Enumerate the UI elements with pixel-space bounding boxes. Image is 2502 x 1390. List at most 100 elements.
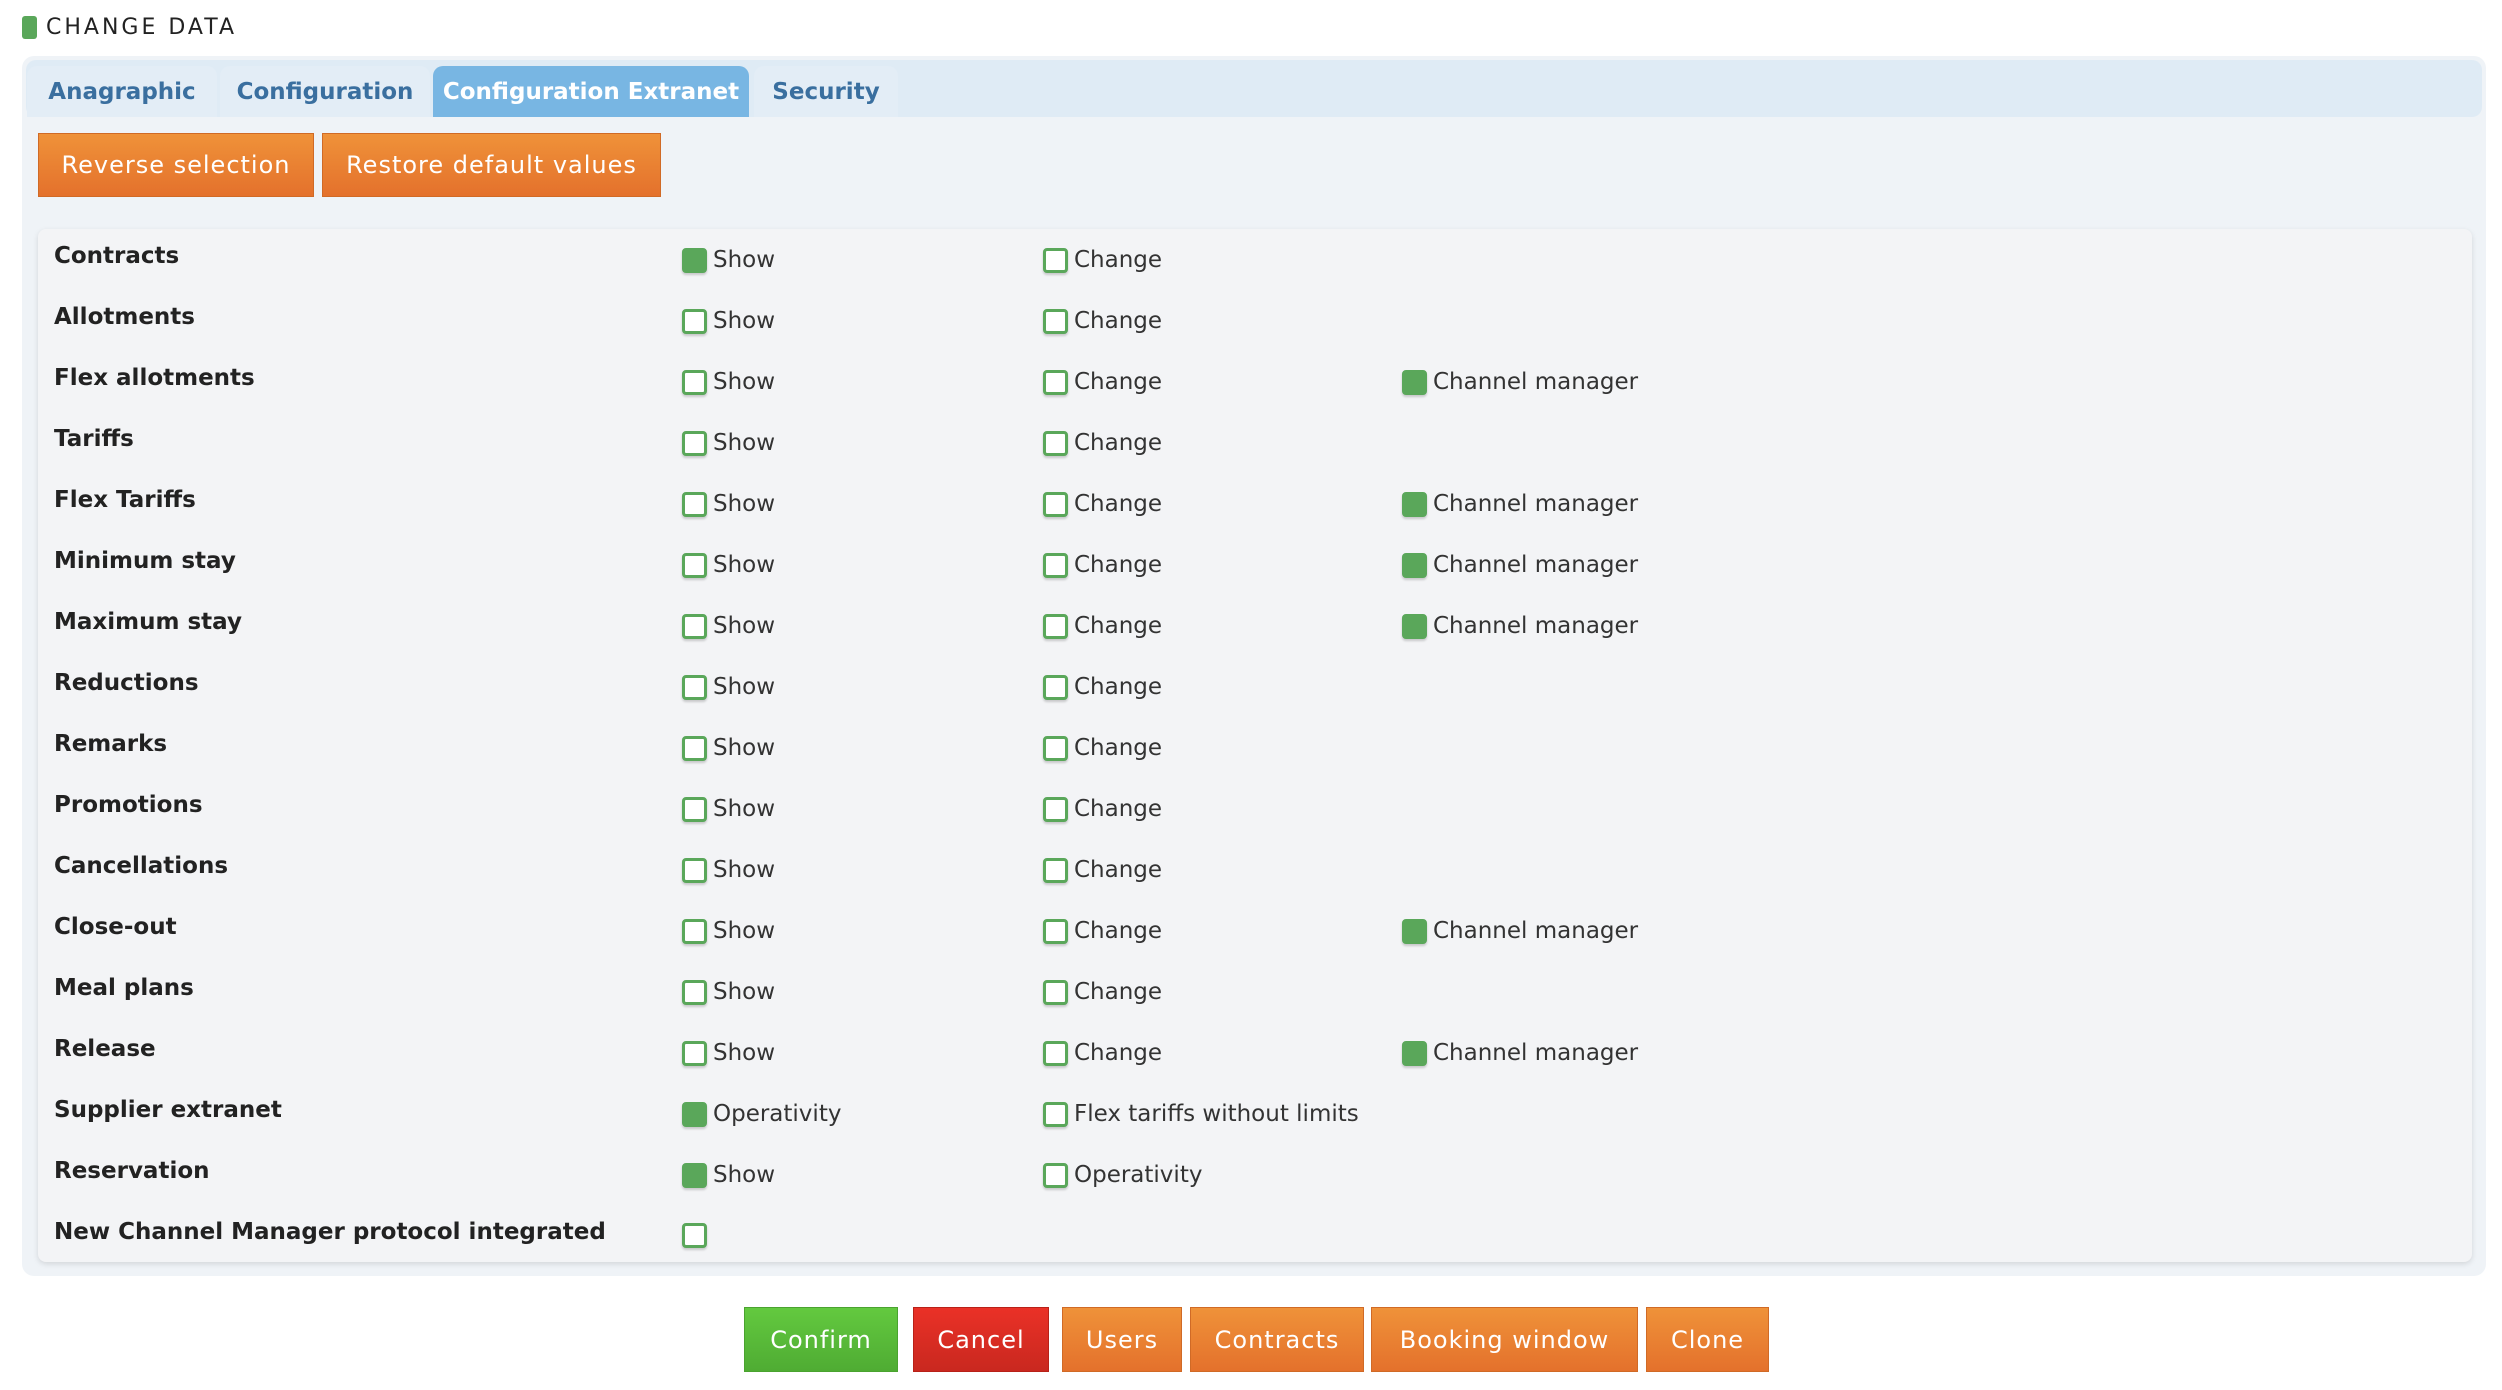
option-show[interactable]: Show — [682, 674, 775, 700]
checkbox-unchecked[interactable] — [682, 430, 707, 456]
tab-security[interactable]: Security — [754, 66, 898, 117]
option-show[interactable]: Show — [682, 369, 775, 395]
row-label: Close-out — [54, 914, 177, 940]
checkbox-unchecked[interactable] — [682, 918, 707, 944]
option-change[interactable]: Change — [1043, 1040, 1162, 1066]
option-show[interactable]: Show — [682, 1162, 775, 1188]
option-operativity[interactable]: Operativity — [1043, 1162, 1202, 1188]
checkbox-unchecked[interactable] — [1043, 1101, 1068, 1127]
option-operativity[interactable]: Operativity — [682, 1101, 841, 1127]
option-show[interactable]: Show — [682, 552, 775, 578]
checkbox-unchecked[interactable] — [682, 369, 707, 395]
option-show[interactable]: Show — [682, 308, 775, 334]
option-change[interactable]: Change — [1043, 613, 1162, 639]
checkbox-unchecked[interactable] — [1043, 674, 1068, 700]
checkbox-unchecked[interactable] — [1043, 491, 1068, 517]
checkbox-unchecked[interactable] — [1043, 1162, 1068, 1188]
checkbox-checked[interactable] — [1402, 369, 1427, 395]
checkbox-unchecked[interactable] — [1043, 430, 1068, 456]
restore-defaults-button[interactable]: Restore default values — [322, 133, 661, 197]
checkbox-unchecked[interactable] — [682, 1223, 707, 1248]
option-label: Show — [713, 857, 776, 883]
option-label: Show — [713, 918, 776, 944]
checkbox-unchecked[interactable] — [682, 552, 707, 578]
checkbox-unchecked[interactable] — [682, 796, 707, 822]
checkbox-unchecked[interactable] — [1043, 308, 1068, 334]
option-change[interactable]: Change — [1043, 491, 1162, 517]
checkbox-checked[interactable] — [1402, 918, 1427, 944]
checkbox-checked[interactable] — [682, 247, 707, 273]
tab-anagraphic[interactable]: Anagraphic — [27, 66, 217, 117]
option-label: Change — [1074, 552, 1163, 578]
checkbox-unchecked[interactable] — [1043, 247, 1068, 273]
checkbox-unchecked[interactable] — [682, 613, 707, 639]
option-channel-manager[interactable]: Channel manager — [1402, 369, 1638, 395]
table-row: Promotions Show Change — [38, 792, 2472, 853]
option-show[interactable]: Show — [682, 1040, 775, 1066]
option-show[interactable]: Show — [682, 857, 775, 883]
users-button[interactable]: Users — [1062, 1307, 1182, 1372]
page-title: CHANGE DATA — [46, 14, 238, 40]
option-flex-tariffs-without-limits[interactable]: Flex tariffs without limits — [1043, 1101, 1359, 1127]
option-show[interactable]: Show — [682, 918, 775, 944]
option-label: Change — [1074, 857, 1163, 883]
option-change[interactable]: Change — [1043, 796, 1162, 822]
checkbox-unchecked[interactable] — [682, 491, 707, 517]
checkbox-unchecked[interactable] — [682, 674, 707, 700]
option-show[interactable]: Show — [682, 735, 775, 761]
option-show[interactable]: Show — [682, 796, 775, 822]
option-change[interactable]: Change — [1043, 369, 1162, 395]
option-show[interactable]: Show — [682, 979, 775, 1005]
option-channel-manager[interactable]: Channel manager — [1402, 613, 1638, 639]
option-show[interactable]: Show — [682, 491, 775, 517]
checkbox-unchecked[interactable] — [1043, 979, 1068, 1005]
checkbox-unchecked[interactable] — [682, 735, 707, 761]
cancel-button[interactable]: Cancel — [913, 1307, 1049, 1372]
option-label: Change — [1074, 491, 1163, 517]
checkbox-checked[interactable] — [1402, 1040, 1427, 1066]
checkbox-unchecked[interactable] — [1043, 857, 1068, 883]
option-channel-manager[interactable]: Channel manager — [1402, 918, 1638, 944]
checkbox-unchecked[interactable] — [1043, 796, 1068, 822]
checkbox-unchecked[interactable] — [1043, 369, 1068, 395]
option-change[interactable]: Change — [1043, 552, 1162, 578]
checkbox-checked[interactable] — [1402, 552, 1427, 578]
checkbox-checked[interactable] — [682, 1101, 707, 1127]
option-change[interactable]: Change — [1043, 857, 1162, 883]
option-change[interactable]: Change — [1043, 247, 1162, 273]
checkbox-unchecked[interactable] — [1043, 613, 1068, 639]
confirm-button[interactable]: Confirm — [744, 1307, 898, 1372]
option-channel-manager[interactable]: Channel manager — [1402, 1040, 1638, 1066]
checkbox-unchecked[interactable] — [1043, 552, 1068, 578]
option-label: Change — [1074, 979, 1163, 1005]
checkbox-checked[interactable] — [1402, 613, 1427, 639]
option-show[interactable]: Show — [682, 430, 775, 456]
option-show[interactable]: Show — [682, 247, 775, 273]
option-change[interactable]: Change — [1043, 918, 1162, 944]
option-change[interactable]: Change — [1043, 430, 1162, 456]
tab-configuration[interactable]: Configuration — [220, 66, 430, 117]
checkbox-unchecked[interactable] — [682, 308, 707, 334]
option-label: Channel manager — [1433, 369, 1639, 395]
contracts-button[interactable]: Contracts — [1190, 1307, 1364, 1372]
checkbox-unchecked[interactable] — [682, 857, 707, 883]
option-change[interactable]: Change — [1043, 308, 1162, 334]
option-channel-manager[interactable]: Channel manager — [1402, 552, 1638, 578]
tab-configuration-extranet[interactable]: Configuration Extranet — [433, 66, 749, 117]
checkbox-checked[interactable] — [682, 1162, 707, 1188]
clone-button[interactable]: Clone — [1646, 1307, 1769, 1372]
option-show[interactable]: Show — [682, 613, 775, 639]
booking-window-button[interactable]: Booking window — [1371, 1307, 1638, 1372]
option-toggle[interactable] — [682, 1223, 707, 1248]
checkbox-unchecked[interactable] — [1043, 735, 1068, 761]
option-channel-manager[interactable]: Channel manager — [1402, 491, 1638, 517]
checkbox-unchecked[interactable] — [682, 1040, 707, 1066]
checkbox-unchecked[interactable] — [1043, 918, 1068, 944]
option-change[interactable]: Change — [1043, 674, 1162, 700]
checkbox-unchecked[interactable] — [1043, 1040, 1068, 1066]
checkbox-checked[interactable] — [1402, 491, 1427, 517]
option-change[interactable]: Change — [1043, 735, 1162, 761]
reverse-selection-button[interactable]: Reverse selection — [38, 133, 314, 197]
checkbox-unchecked[interactable] — [682, 979, 707, 1005]
option-change[interactable]: Change — [1043, 979, 1162, 1005]
